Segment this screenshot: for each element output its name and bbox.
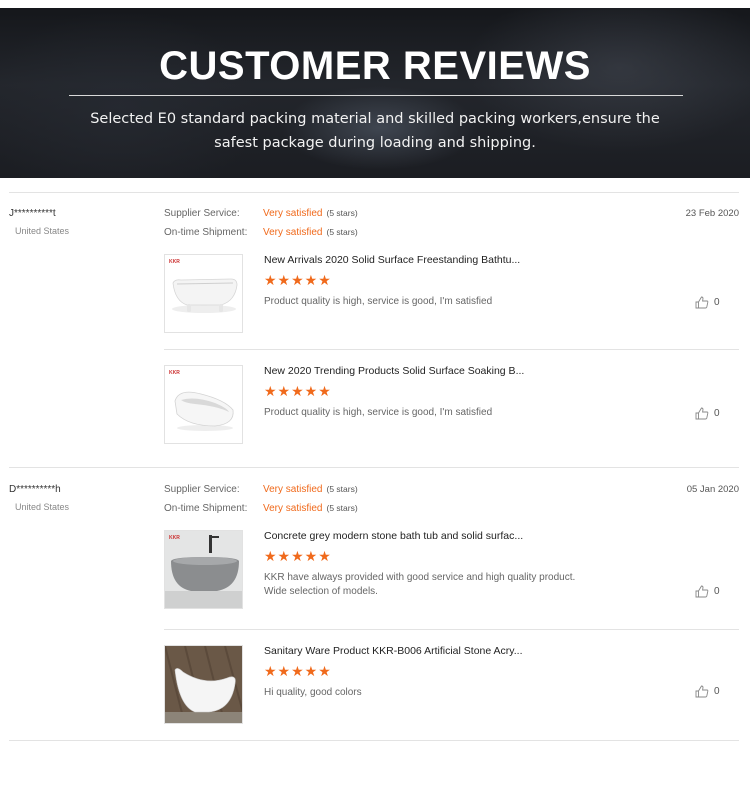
product-thumbnail[interactable]: KKR bbox=[164, 365, 243, 444]
product-thumbnail[interactable]: KKR bbox=[164, 254, 243, 333]
product-thumbnail[interactable]: KKR bbox=[164, 530, 243, 609]
like-button[interactable]: 0 bbox=[695, 296, 720, 309]
product-thumbnail[interactable] bbox=[164, 645, 243, 724]
page-title: CUSTOMER REVIEWS bbox=[159, 44, 591, 88]
rating-supplier-service: Supplier Service: Very satisfied (5 stars) bbox=[164, 208, 358, 219]
rating-on-time-shipment: On-time Shipment: Very satisfied (5 stars) bbox=[164, 503, 358, 514]
rating-label: On-time Shipment: bbox=[164, 503, 248, 514]
thumbs-up-icon bbox=[695, 407, 709, 420]
like-button[interactable]: 0 bbox=[695, 585, 720, 598]
rating-label: Supplier Service: bbox=[164, 484, 240, 495]
rating-value: Very satisfied bbox=[263, 484, 323, 495]
thumbs-up-icon bbox=[695, 585, 709, 598]
title-divider bbox=[69, 95, 683, 96]
rating-note: (5 stars) bbox=[326, 208, 358, 218]
brand-logo: KKR bbox=[169, 259, 180, 265]
product-title[interactable]: Concrete grey modern stone bath tub and … bbox=[264, 530, 523, 542]
review-comment: Product quality is high, service is good… bbox=[264, 407, 493, 418]
like-button[interactable]: 0 bbox=[695, 685, 720, 698]
review-date: 23 Feb 2020 bbox=[685, 208, 739, 219]
divider bbox=[164, 349, 739, 350]
like-count: 0 bbox=[714, 408, 720, 419]
rating-note: (5 stars) bbox=[326, 227, 358, 237]
like-count: 0 bbox=[714, 586, 720, 597]
rating-label: Supplier Service: bbox=[164, 208, 240, 219]
like-button[interactable]: 0 bbox=[695, 407, 720, 420]
star-icon: ★★★★★ bbox=[264, 272, 332, 288]
like-count: 0 bbox=[714, 297, 720, 308]
reviewer-country: United States bbox=[15, 502, 70, 512]
product-title[interactable]: New Arrivals 2020 Solid Surface Freestan… bbox=[264, 254, 520, 266]
review-comment: Product quality is high, service is good… bbox=[264, 296, 493, 307]
like-count: 0 bbox=[714, 686, 720, 697]
rating-note: (5 stars) bbox=[326, 503, 358, 513]
reviewer-name: D**********h bbox=[9, 484, 61, 495]
divider bbox=[9, 467, 739, 468]
thumbs-up-icon bbox=[695, 296, 709, 309]
rating-value: Very satisfied bbox=[263, 208, 323, 219]
rating-on-time-shipment: On-time Shipment: Very satisfied (5 stars) bbox=[164, 227, 358, 238]
review-comment: Hi quality, good colors bbox=[264, 687, 362, 698]
reviewer-name: J**********t bbox=[9, 208, 56, 219]
product-title[interactable]: New 2020 Trending Products Solid Surface… bbox=[264, 365, 524, 377]
review-date: 05 Jan 2020 bbox=[686, 484, 739, 495]
thumbs-up-icon bbox=[695, 685, 709, 698]
divider bbox=[9, 192, 739, 193]
rating-value: Very satisfied bbox=[263, 503, 323, 514]
reviewer-country: United States bbox=[15, 226, 70, 236]
star-icon: ★★★★★ bbox=[264, 383, 332, 399]
rating-supplier-service: Supplier Service: Very satisfied (5 stars) bbox=[164, 484, 358, 495]
star-icon: ★★★★★ bbox=[264, 663, 332, 679]
rating-label: On-time Shipment: bbox=[164, 227, 248, 238]
review-comment: KKR have always provided with good servi… bbox=[264, 572, 576, 597]
rating-note: (5 stars) bbox=[326, 484, 358, 494]
brand-logo: KKR bbox=[169, 535, 180, 541]
hero-subtitle: Selected E0 standard packing material an… bbox=[90, 111, 660, 151]
star-icon: ★★★★★ bbox=[264, 548, 332, 564]
rating-value: Very satisfied bbox=[263, 227, 323, 238]
hero-banner: CUSTOMER REVIEWS Selected E0 standard pa… bbox=[0, 8, 750, 178]
divider bbox=[9, 740, 739, 741]
brand-logo: KKR bbox=[169, 370, 180, 376]
divider bbox=[164, 629, 739, 630]
product-title[interactable]: Sanitary Ware Product KKR-B006 Artificia… bbox=[264, 645, 523, 657]
